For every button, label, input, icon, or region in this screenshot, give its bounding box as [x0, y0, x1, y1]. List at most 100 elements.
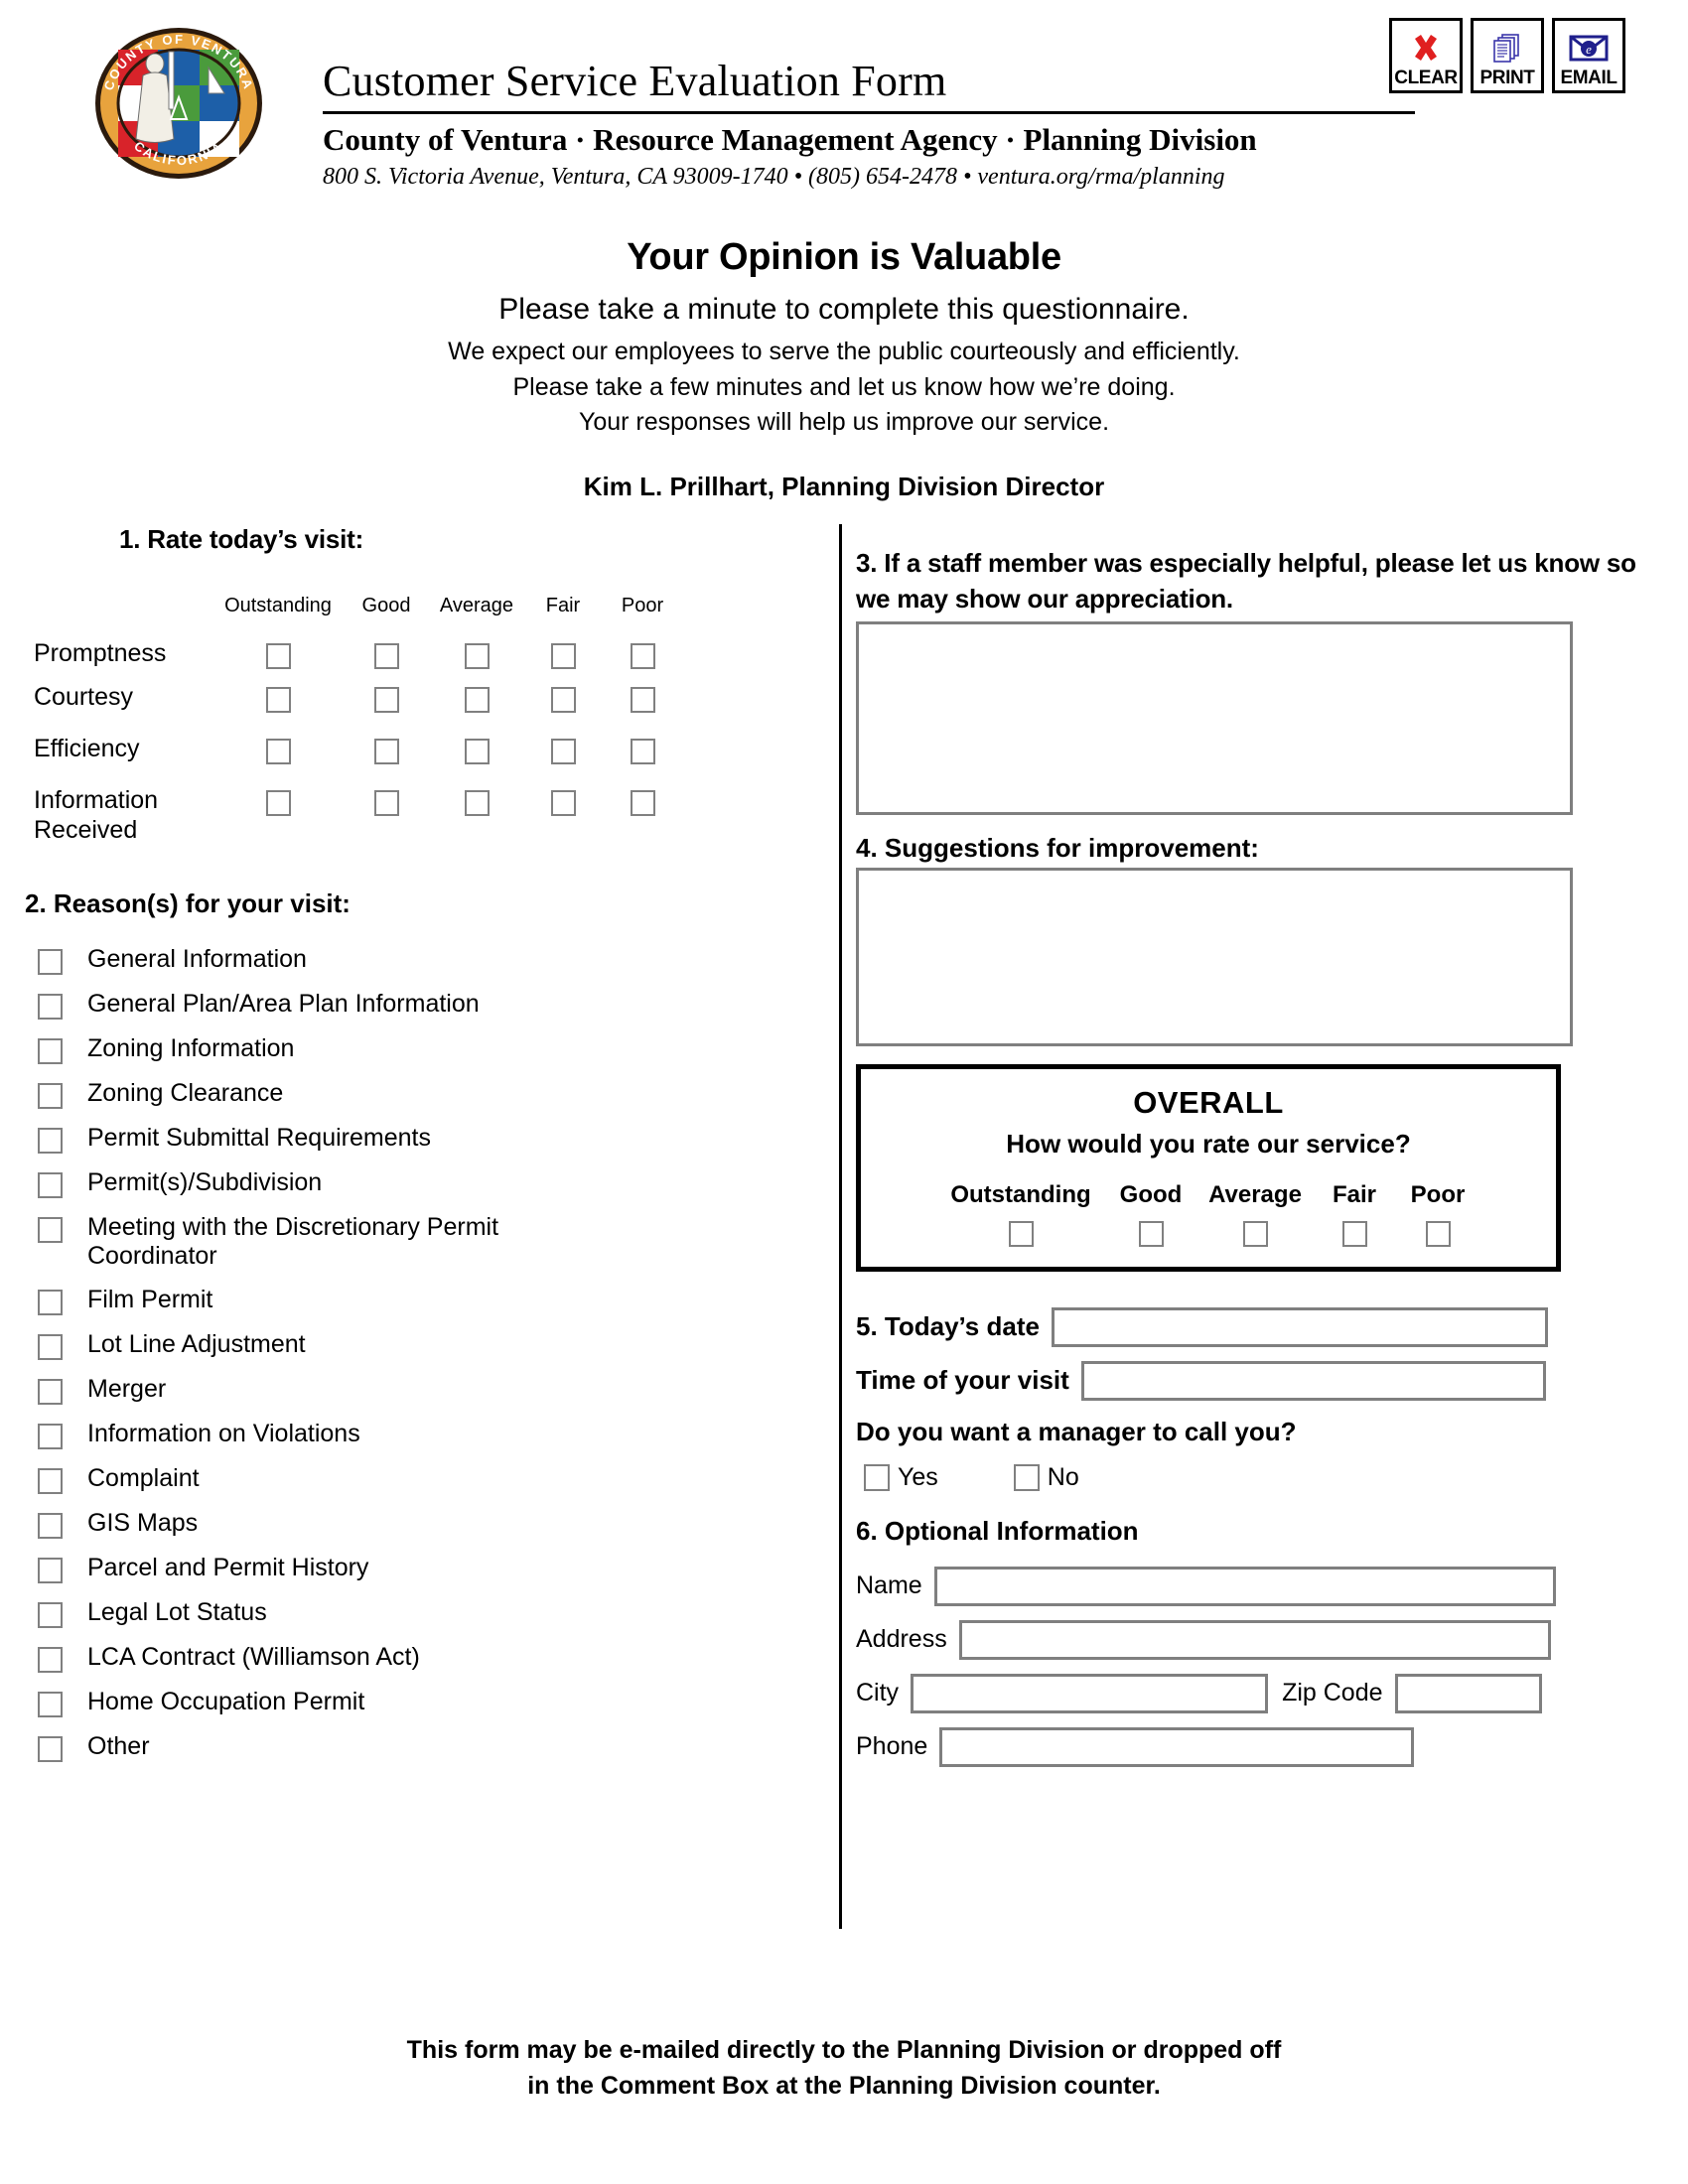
rating-checkbox-courtesy-outstanding[interactable]	[265, 687, 291, 713]
overall-checkbox-fair[interactable]	[1341, 1220, 1367, 1247]
date-field-row: 5. Today’s date	[856, 1306, 1650, 1347]
staff-compliment-textarea[interactable]	[856, 620, 1573, 815]
list-item[interactable]: GIS Maps	[0, 1509, 839, 1539]
overall-label-average: Average	[1208, 1180, 1302, 1208]
question-1-heading: 1. Rate today’s visit:	[119, 524, 364, 554]
list-item[interactable]: General Information	[0, 945, 839, 975]
manager-call-yes-checkbox[interactable]	[864, 1463, 890, 1491]
reason-checkbox-general-information[interactable]	[38, 949, 63, 975]
reason-checkbox-permits-subdivision[interactable]	[38, 1172, 63, 1198]
address-input[interactable]	[958, 1619, 1551, 1660]
rating-checkbox-courtesy-fair[interactable]	[550, 687, 576, 713]
list-item-label: Film Permit	[87, 1286, 213, 1313]
list-item[interactable]: Meeting with the Discretionary Permit Co…	[0, 1213, 839, 1271]
rating-checkbox-efficiency-poor[interactable]	[630, 739, 655, 764]
rating-checkbox-information-poor[interactable]	[630, 790, 655, 816]
reason-checkbox-general-plan[interactable]	[38, 994, 63, 1020]
suggestions-textarea[interactable]	[856, 867, 1573, 1046]
zip-input[interactable]	[1394, 1673, 1542, 1713]
reason-checkbox-film-permit[interactable]	[38, 1290, 63, 1315]
optional-information-fields: Name Address City Zip Code Phone	[856, 1566, 1650, 1767]
phone-input[interactable]	[939, 1726, 1415, 1767]
rating-checkbox-courtesy-good[interactable]	[373, 687, 399, 713]
question-2-heading: 2. Reason(s) for your visit:	[25, 888, 351, 918]
list-item[interactable]: LCA Contract (Williamson Act)	[0, 1643, 839, 1673]
rating-checkbox-efficiency-fair[interactable]	[550, 739, 576, 764]
rating-checkbox-promptness-outstanding[interactable]	[265, 643, 291, 669]
list-item[interactable]: Permit(s)/Subdivision	[0, 1168, 839, 1198]
overall-checkbox-average[interactable]	[1242, 1220, 1268, 1247]
reason-checkbox-home-occupation-permit[interactable]	[38, 1692, 63, 1717]
rating-checkbox-courtesy-average[interactable]	[464, 687, 490, 713]
rating-checkbox-promptness-average[interactable]	[464, 643, 490, 669]
question-5-block: 5. Today’s date Time of your visit Do yo…	[856, 1306, 1650, 1492]
list-item[interactable]: Film Permit	[0, 1286, 839, 1315]
reason-checkbox-parcel-permit-history[interactable]	[38, 1558, 63, 1583]
rating-checkbox-efficiency-outstanding[interactable]	[265, 739, 291, 764]
list-item-label: Zoning Information	[87, 1034, 295, 1062]
rating-checkbox-promptness-good[interactable]	[373, 643, 399, 669]
reason-checkbox-gis-maps[interactable]	[38, 1513, 63, 1539]
list-item[interactable]: Parcel and Permit History	[0, 1554, 839, 1583]
reason-checkbox-zoning-clearance[interactable]	[38, 1083, 63, 1109]
list-item-label: Information on Violations	[87, 1420, 360, 1447]
reason-checkbox-merger[interactable]	[38, 1379, 63, 1405]
rating-checkbox-efficiency-average[interactable]	[464, 739, 490, 764]
reason-checkbox-legal-lot-status[interactable]	[38, 1602, 63, 1628]
manager-call-yes[interactable]: Yes	[856, 1463, 938, 1492]
list-item[interactable]: Other	[0, 1732, 839, 1762]
print-button[interactable]: PRINT	[1471, 18, 1544, 93]
page-header: COUNTY OF VENTURA CALIFORNIA Customer Se…	[0, 0, 1688, 218]
list-item[interactable]: Permit Submittal Requirements	[0, 1124, 839, 1154]
name-field-row: Name	[856, 1566, 1650, 1606]
rating-checkbox-information-average[interactable]	[464, 790, 490, 816]
overall-checkbox-row	[861, 1220, 1556, 1247]
reason-checkbox-other[interactable]	[38, 1736, 63, 1762]
list-item[interactable]: Merger	[0, 1375, 839, 1405]
overall-label-fair: Fair	[1332, 1180, 1376, 1208]
rating-scale-header: Outstanding Good Average Fair Poor	[0, 595, 839, 617]
rating-checkbox-promptness-fair[interactable]	[550, 643, 576, 669]
rating-checkbox-information-good[interactable]	[373, 790, 399, 816]
name-input[interactable]	[933, 1566, 1556, 1606]
list-item-label: Other	[87, 1732, 150, 1760]
list-item-label: Complaint	[87, 1464, 200, 1492]
email-button-label: EMAIL	[1560, 68, 1618, 88]
reason-checkbox-lot-line-adjustment[interactable]	[38, 1334, 63, 1360]
list-item[interactable]: Zoning Clearance	[0, 1079, 839, 1109]
rating-checkbox-efficiency-good[interactable]	[373, 739, 399, 764]
manager-call-no[interactable]: No	[1006, 1463, 1079, 1492]
date-input[interactable]	[1051, 1306, 1548, 1347]
rating-checkbox-courtesy-poor[interactable]	[630, 687, 655, 713]
email-button[interactable]: e EMAIL	[1552, 18, 1625, 93]
rating-checkbox-information-fair[interactable]	[550, 790, 576, 816]
clear-button[interactable]: CLEAR	[1389, 18, 1463, 93]
reason-checkbox-information-violations[interactable]	[38, 1424, 63, 1449]
overall-checkbox-poor[interactable]	[1425, 1220, 1451, 1247]
county-seal-logo: COUNTY OF VENTURA CALIFORNIA	[91, 24, 266, 183]
city-label: City	[856, 1679, 900, 1707]
list-item[interactable]: Legal Lot Status	[0, 1598, 839, 1628]
list-item-label: Permit(s)/Subdivision	[87, 1168, 323, 1196]
list-item[interactable]: Home Occupation Permit	[0, 1688, 839, 1717]
rating-checkbox-promptness-poor[interactable]	[630, 643, 655, 669]
list-item[interactable]: Complaint	[0, 1464, 839, 1494]
right-column: 3. If a staff member was especially help…	[856, 546, 1650, 1781]
reason-checkbox-zoning-information[interactable]	[38, 1038, 63, 1064]
scale-label-poor: Poor	[621, 595, 664, 616]
list-item[interactable]: Information on Violations	[0, 1420, 839, 1449]
list-item[interactable]: Zoning Information	[0, 1034, 839, 1064]
manager-call-no-checkbox[interactable]	[1013, 1463, 1040, 1491]
list-item[interactable]: Lot Line Adjustment	[0, 1330, 839, 1360]
overall-checkbox-outstanding[interactable]	[1008, 1220, 1034, 1247]
city-input[interactable]	[911, 1673, 1269, 1713]
director-name: Kim L. Prillhart, Planning Division Dire…	[583, 472, 1105, 501]
reason-checkbox-lca-contract[interactable]	[38, 1647, 63, 1673]
reason-checkbox-complaint[interactable]	[38, 1468, 63, 1494]
reason-checkbox-permit-submittal[interactable]	[38, 1128, 63, 1154]
overall-checkbox-good[interactable]	[1138, 1220, 1164, 1247]
rating-checkbox-information-outstanding[interactable]	[265, 790, 291, 816]
list-item[interactable]: General Plan/Area Plan Information	[0, 990, 839, 1020]
reason-checkbox-meeting-coordinator[interactable]	[38, 1217, 63, 1243]
time-input[interactable]	[1080, 1360, 1546, 1401]
